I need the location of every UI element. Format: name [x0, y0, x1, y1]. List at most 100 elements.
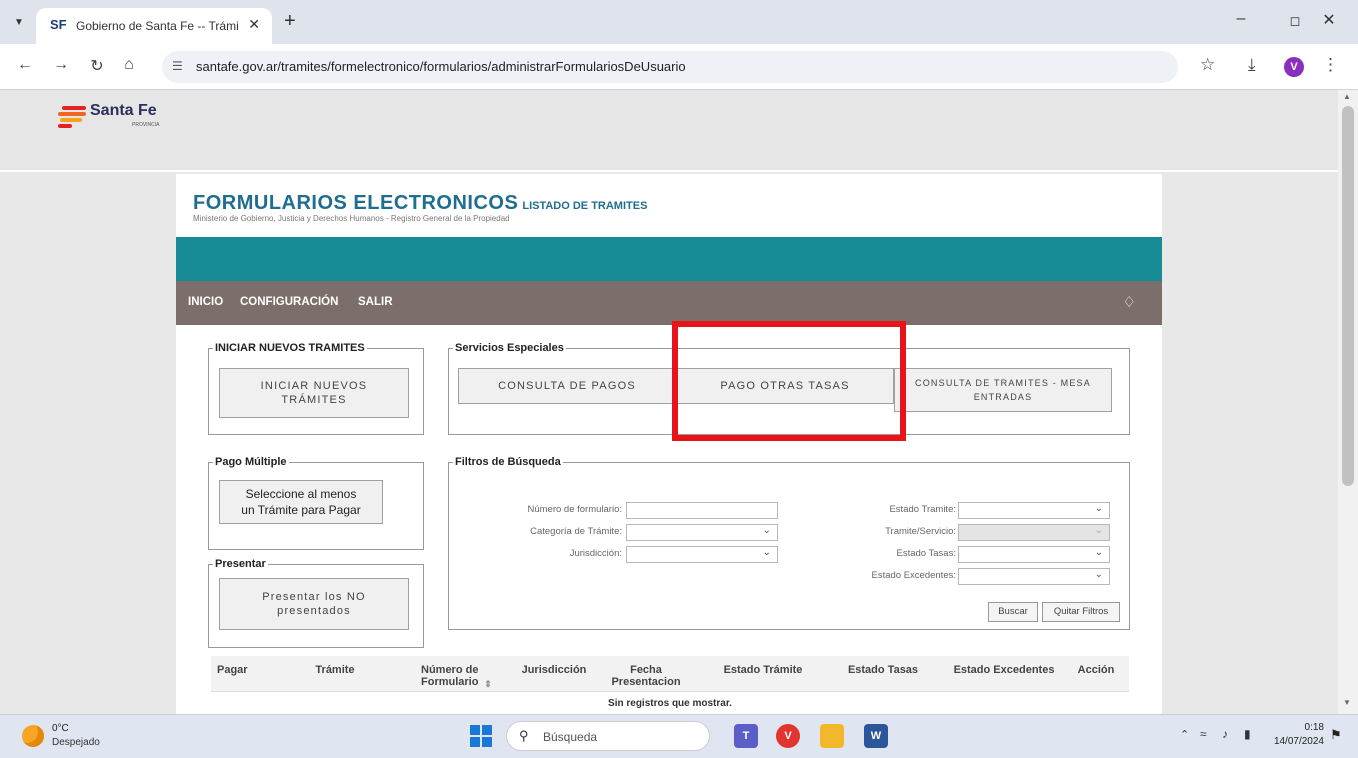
windows-start-icon[interactable] [470, 725, 492, 747]
page-title: FORMULARIOS ELECTRONICOS LISTADO DE TRAMI… [193, 192, 647, 215]
consulta-tramites-mesa-entradas-button[interactable]: CONSULTA DE TRAMITES - MESA ENTRADAS [894, 368, 1112, 412]
notification-bell-icon[interactable]: ⚑ [1330, 727, 1342, 743]
chevron-down-icon: ⌄ [1094, 547, 1103, 558]
download-icon[interactable]: ⤓ [1248, 55, 1256, 75]
forward-arrow-icon[interactable]: → [50, 56, 72, 74]
scroll-down-icon[interactable]: ▼ [1343, 698, 1351, 707]
servicios-especiales-legend: Servicios Especiales [455, 342, 564, 354]
clock-time[interactable]: 0:18 [1290, 722, 1324, 733]
estado-tasas-label: Estado Tasas: [896, 548, 956, 559]
weather-description[interactable]: Despejado [52, 737, 100, 748]
new-tab-icon[interactable]: + [284, 10, 296, 33]
header-accion: Acción [1077, 664, 1115, 676]
page-title-main: FORMULARIOS ELECTRONICOS [193, 192, 519, 214]
estado-excedentes-select[interactable]: ⌄ [958, 568, 1110, 585]
windows-taskbar: 0°C Despejado ⚲ Búsqueda T V W ⌃ ≈ ♪ ▮ 0… [0, 714, 1358, 758]
filtros-busqueda-legend: Filtros de Búsqueda [455, 456, 561, 468]
header-jurisdiccion: Jurisdicción [521, 664, 587, 676]
menu-configuracion[interactable]: CONFIGURACIÓN [240, 296, 338, 308]
categoria-tramite-select[interactable]: ⌄ [626, 524, 778, 541]
reload-icon[interactable]: ↻ [86, 56, 108, 76]
presentar-no-presentados-button[interactable]: Presentar los NO presentados [219, 578, 409, 630]
chevron-down-icon: ⌄ [1094, 525, 1103, 536]
bell-icon[interactable]: ♢ [1123, 293, 1136, 311]
home-icon[interactable]: ⌂ [118, 56, 140, 74]
buscar-button[interactable]: Buscar [988, 602, 1038, 622]
chevron-down-icon: ⌄ [1094, 569, 1103, 580]
word-icon[interactable]: W [864, 724, 888, 748]
url-text[interactable]: santafe.gov.ar/tramites/formelectronico/… [196, 59, 686, 74]
logo-stripes-icon [58, 104, 88, 128]
tab-title: Gobierno de Santa Fe -- Trámite [76, 19, 238, 33]
estado-excedentes-label: Estado Excedentes: [871, 570, 957, 581]
page-viewport: Santa Fe PROVINCIA FORMULARIOS ELECTRONI… [0, 90, 1338, 714]
site-header: Santa Fe PROVINCIA [0, 90, 1338, 172]
iniciar-tramites-legend: INICIAR NUEVOS TRAMITES [215, 342, 365, 354]
scrollbar-thumb[interactable] [1342, 106, 1354, 486]
restore-icon[interactable]: ◻ [1280, 13, 1310, 29]
tab-search-chevron-icon[interactable]: ▼ [8, 12, 30, 34]
main-content: FORMULARIOS ELECTRONICOS LISTADO DE TRAMI… [176, 174, 1162, 714]
clock-date[interactable]: 14/07/2024 [1248, 736, 1324, 747]
address-bar[interactable]: ☰ santafe.gov.ar/tramites/formelectronic… [162, 51, 1178, 83]
sort-icon[interactable]: ⇕ [483, 678, 493, 690]
page-title-sub: LISTADO DE TRAMITES [522, 200, 648, 212]
wifi-icon[interactable]: ≈ [1200, 727, 1207, 741]
tramite-servicio-select: ⌄ [958, 524, 1110, 541]
chevron-down-icon: ⌄ [1094, 503, 1103, 514]
pagar-seleccionados-button[interactable]: Seleccione al menos un Trámite para Paga… [219, 480, 383, 524]
taskbar-search-placeholder: Búsqueda [543, 730, 598, 744]
teams-icon[interactable]: T [734, 724, 758, 748]
weather-temperature[interactable]: 0°C [52, 723, 69, 734]
back-arrow-icon[interactable]: ← [14, 56, 36, 74]
scroll-up-icon[interactable]: ▲ [1343, 92, 1351, 101]
categoria-tramite-label: Categoría de Trámite: [530, 526, 622, 537]
taskbar-search[interactable]: ⚲ Búsqueda [506, 721, 710, 751]
search-icon: ⚲ [519, 728, 529, 743]
red-highlight-box [672, 321, 906, 441]
menu-inicio[interactable]: INICIO [188, 296, 223, 308]
browser-menu-icon[interactable]: ⋮ [1322, 55, 1339, 75]
tramite-servicio-label: Tramite/Servicio: [885, 526, 956, 537]
page-subtitle: Ministerio de Gobierno, Justicia y Derec… [193, 214, 510, 223]
header-fecha-presentacion: Fecha Presentacion [611, 664, 681, 688]
presentar-legend: Presentar [215, 558, 266, 570]
site-info-icon[interactable]: ☰ [172, 59, 183, 73]
teal-banner [176, 237, 1162, 281]
weather-moon-icon[interactable] [22, 725, 44, 747]
header-tramite: Trámite [315, 664, 355, 676]
header-estado-tasas: Estado Tasas [847, 664, 919, 676]
pago-multiple-legend: Pago Múltiple [215, 456, 287, 468]
quitar-filtros-button[interactable]: Quitar Filtros [1042, 602, 1120, 622]
chevron-down-icon: ⌄ [762, 525, 771, 536]
close-window-icon[interactable]: ✕ [1314, 10, 1344, 30]
browser-toolbar: ← → ↻ ⌂ ☰ santafe.gov.ar/tramites/formel… [0, 44, 1358, 90]
logo-text: Santa Fe [90, 102, 157, 119]
iniciar-nuevos-tramites-button[interactable]: INICIAR NUEVOS TRÁMITES [219, 368, 409, 418]
main-menu: INICIO CONFIGURACIÓN SALIR ♢ [176, 281, 1162, 325]
browser-tab[interactable]: SF Gobierno de Santa Fe -- Trámite ✕ [36, 8, 272, 44]
no-records-message: Sin registros que mostrar. [608, 698, 732, 709]
header-estado-excedentes: Estado Excedentes [953, 664, 1055, 676]
header-numero-formulario[interactable]: Número de Formulario [421, 664, 491, 688]
menu-salir[interactable]: SALIR [358, 296, 393, 308]
file-explorer-icon[interactable] [820, 724, 844, 748]
header-pagar: Pagar [217, 664, 248, 676]
chevron-down-icon: ⌄ [762, 547, 771, 558]
numero-formulario-input[interactable] [626, 502, 778, 519]
jurisdiccion-label: Jurisdicción: [569, 548, 622, 559]
estado-tramite-select[interactable]: ⌄ [958, 502, 1110, 519]
tray-chevron-up-icon[interactable]: ⌃ [1180, 728, 1189, 741]
tab-close-icon[interactable]: ✕ [248, 16, 260, 33]
numero-formulario-label: Número de formulario: [527, 504, 622, 515]
estado-tasas-select[interactable]: ⌄ [958, 546, 1110, 563]
bookmark-star-icon[interactable]: ☆ [1200, 55, 1215, 75]
chrome-icon[interactable]: V [776, 724, 800, 748]
consulta-de-pagos-button[interactable]: CONSULTA DE PAGOS [458, 368, 676, 404]
profile-avatar-icon[interactable]: V [1284, 57, 1304, 77]
page-scrollbar[interactable]: ▲ ▼ [1338, 90, 1358, 714]
table-header: Pagar Trámite Número de Formulario ⇕ Jur… [211, 656, 1129, 692]
jurisdiccion-select[interactable]: ⌄ [626, 546, 778, 563]
minimize-icon[interactable]: – [1226, 10, 1256, 28]
volume-icon[interactable]: ♪ [1222, 727, 1228, 741]
